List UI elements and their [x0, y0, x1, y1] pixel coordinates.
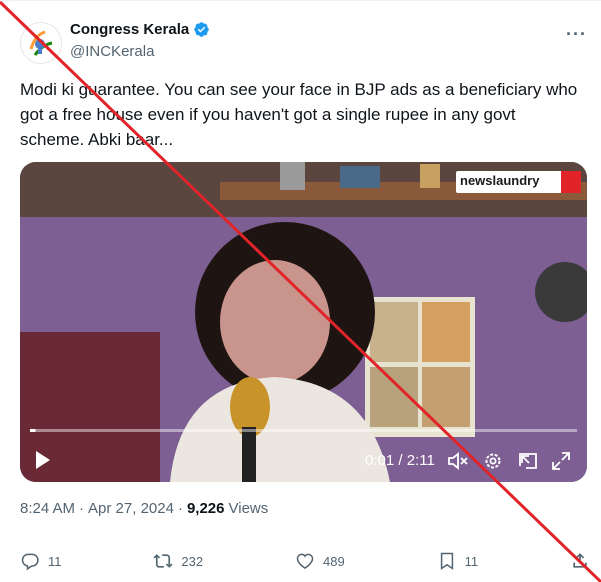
repost-count: 232 — [181, 553, 204, 569]
meta-separator: · — [177, 500, 183, 517]
more-options-button[interactable]: ··· — [566, 24, 587, 45]
meta-separator: · — [79, 500, 85, 517]
bookmark-icon — [440, 552, 453, 570]
like-count: 489 — [322, 553, 345, 569]
pip-icon[interactable] — [517, 451, 539, 471]
video-frame — [20, 162, 587, 482]
mute-icon[interactable] — [447, 451, 469, 471]
like-button[interactable]: 489 — [295, 551, 345, 571]
repost-button[interactable]: 232 — [153, 551, 203, 571]
action-bar: 11 232 489 11 — [20, 548, 590, 574]
views-label: Views — [228, 500, 269, 517]
video-time: 0:01 / 2:11 — [365, 452, 435, 469]
video-time-current: 0:01 — [365, 452, 395, 469]
share-button[interactable] — [570, 551, 590, 571]
video-progress-fill — [30, 429, 36, 432]
tweet-text: Modi ki guarantee. You can see your face… — [20, 80, 578, 149]
author-handle[interactable]: @INCKerala — [70, 43, 154, 60]
tweet-date[interactable]: Apr 27, 2024 — [88, 500, 174, 517]
play-icon[interactable] — [34, 450, 52, 470]
repost-icon — [153, 554, 173, 568]
reply-button[interactable]: 11 — [20, 551, 62, 571]
fullscreen-icon[interactable] — [551, 451, 571, 471]
video-player[interactable]: newslaundry 0:01 / 2:11 — [20, 162, 587, 482]
share-icon — [573, 553, 587, 568]
heart-icon — [296, 553, 314, 569]
bookmark-count: 11 — [464, 553, 479, 569]
video-time-separator: / — [394, 452, 407, 469]
author-name[interactable]: Congress Kerala — [70, 21, 189, 38]
views-count: 9,226 — [186, 500, 225, 517]
video-time-total: 2:11 — [406, 452, 435, 469]
reply-icon — [21, 553, 39, 571]
reply-count: 11 — [48, 553, 62, 569]
top-divider — [0, 0, 601, 1]
tweet-time[interactable]: 8:24 AM — [20, 500, 75, 517]
verified-badge-icon — [194, 22, 209, 37]
author-row: Congress Kerala — [70, 21, 210, 38]
settings-icon[interactable] — [483, 451, 503, 471]
avatar[interactable] — [20, 22, 62, 64]
congress-logo-icon — [21, 23, 61, 63]
tweet-meta: 8:24 AM · Apr 27, 2024 · 9,226 Views — [20, 500, 268, 517]
bookmark-button[interactable]: 11 — [437, 551, 479, 571]
newslaundry-watermark: newslaundry — [460, 173, 540, 188]
